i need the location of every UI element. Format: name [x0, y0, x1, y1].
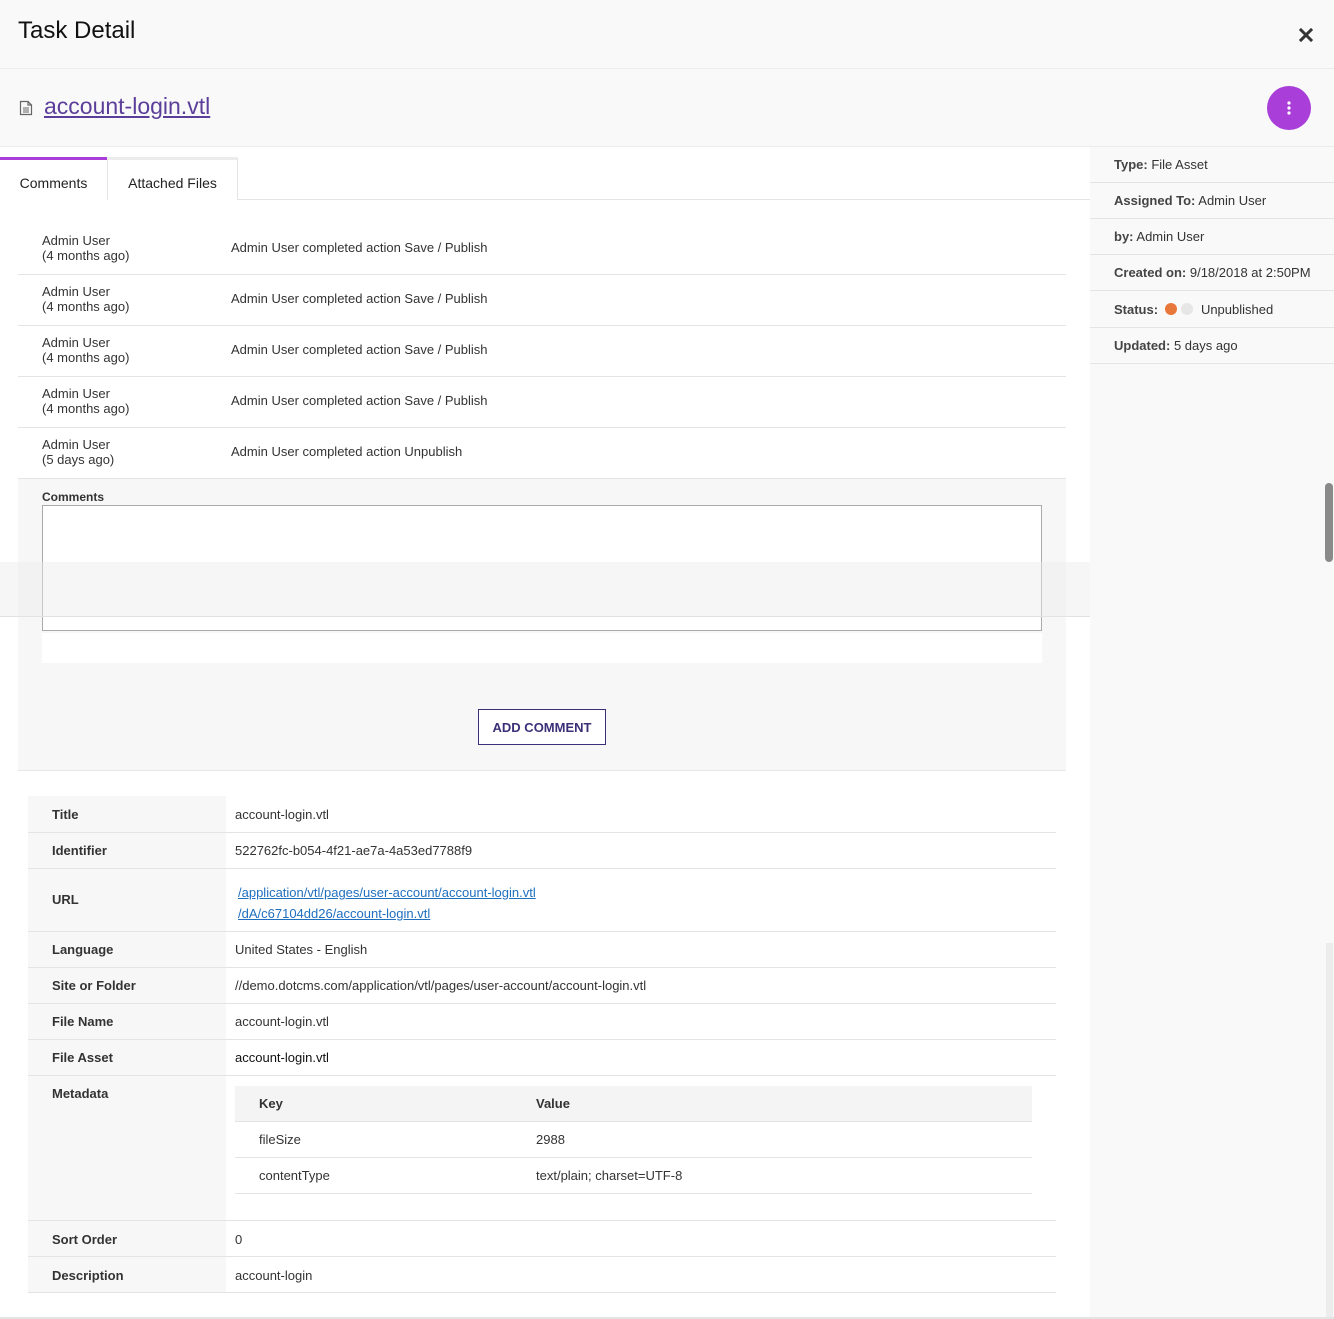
- property-row-identifier: Identifier 522762fc-b054-4f21-ae7a-4a53e…: [28, 833, 1056, 869]
- property-label: Site or Folder: [28, 968, 226, 1003]
- property-value: account-login.vtl: [235, 1050, 329, 1065]
- type-field: Type: File Asset: [1090, 147, 1334, 183]
- history-user: Admin User (4 months ago): [42, 335, 130, 365]
- comment-label: Comments: [42, 490, 105, 504]
- status-dot-working: [1181, 303, 1194, 315]
- property-value: account-login.vtl: [235, 1014, 329, 1029]
- comment-textarea[interactable]: [42, 505, 1042, 631]
- property-row-site: Site or Folder //demo.dotcms.com/applica…: [28, 968, 1056, 1004]
- property-row-title: Title account-login.vtl: [28, 796, 1056, 833]
- metadata-key: fileSize: [259, 1132, 301, 1147]
- more-vertical-icon: [1287, 101, 1291, 115]
- property-value: account-login.vtl: [235, 807, 329, 822]
- file-icon: [19, 100, 33, 116]
- scrollbar-thumb[interactable]: [1325, 483, 1333, 562]
- actions-menu-button[interactable]: [1267, 86, 1311, 130]
- tab-attached-files[interactable]: Attached Files: [107, 157, 238, 200]
- comment-form: Comments ADD COMMENT: [18, 479, 1066, 771]
- history-row: Admin User (4 months ago) Admin User comp…: [18, 275, 1066, 326]
- property-value: account-login: [235, 1268, 313, 1283]
- metadata-value: 2988: [536, 1132, 565, 1147]
- metadata-key-header: Key: [259, 1096, 283, 1111]
- history-action: Admin User completed action Unpublish: [231, 444, 463, 459]
- close-icon[interactable]: [1299, 28, 1315, 44]
- status-field: Status: Unpublished: [1090, 291, 1334, 328]
- history-row: Admin User (5 days ago) Admin User comple…: [18, 428, 1066, 479]
- property-row-description: Description account-login: [28, 1257, 1056, 1293]
- short-url-link[interactable]: /dA/c67104dd26/account-login.vtl: [238, 903, 536, 924]
- property-row-file-asset: File Asset account-login.vtl: [28, 1040, 1056, 1076]
- property-value: United States - English: [235, 942, 368, 957]
- by-field: by: Admin User: [1090, 219, 1334, 255]
- history-user: Admin User (4 months ago): [42, 284, 130, 314]
- comment-spacer: [42, 633, 1042, 663]
- tab-comments[interactable]: Comments: [0, 157, 107, 200]
- status-dot-live: [1164, 303, 1177, 315]
- task-info-sidebar: Type: File Asset Assigned To: Admin User…: [1090, 147, 1334, 1319]
- property-label: Identifier: [28, 833, 226, 868]
- scrollbar-track[interactable]: [1326, 943, 1333, 1319]
- content-title-link[interactable]: account-login.vtl: [44, 93, 210, 120]
- url-link[interactable]: /application/vtl/pages/user-account/acco…: [238, 882, 536, 903]
- assigned-field: Assigned To: Admin User: [1090, 183, 1334, 219]
- content-header: account-login.vtl: [0, 69, 1334, 147]
- property-label: Language: [28, 932, 226, 967]
- property-label: Description: [28, 1257, 226, 1292]
- metadata-row: fileSize 2988: [235, 1122, 1032, 1158]
- property-value: //demo.dotcms.com/application/vtl/pages/…: [235, 978, 647, 993]
- property-label: File Asset: [28, 1040, 226, 1075]
- history-user: Admin User (4 months ago): [42, 233, 130, 263]
- property-row-url: URL /application/vtl/pages/user-account/…: [28, 869, 1056, 932]
- created-field: Created on: 9/18/2018 at 2:50PM: [1090, 255, 1334, 291]
- property-row-sort-order: Sort Order 0: [28, 1221, 1056, 1257]
- updated-field: Updated: 5 days ago: [1090, 328, 1334, 364]
- property-value: 0: [235, 1232, 243, 1247]
- property-value: /application/vtl/pages/user-account/acco…: [238, 882, 536, 924]
- history-row: Admin User (4 months ago) Admin User comp…: [18, 326, 1066, 377]
- property-row-language: Language United States - English: [28, 932, 1056, 968]
- history-user: Admin User (4 months ago): [42, 386, 130, 416]
- metadata-value-header: Value: [536, 1096, 570, 1111]
- history-user: Admin User (5 days ago): [42, 437, 115, 467]
- property-value: 522762fc-b054-4f21-ae7a-4a53ed7788f9: [235, 843, 473, 858]
- add-comment-button[interactable]: ADD COMMENT: [478, 709, 606, 745]
- metadata-row: contentType text/plain; charset=UTF-8: [235, 1158, 1032, 1194]
- status-value: Unpublished: [1200, 302, 1274, 317]
- property-row-file-name: File Name account-login.vtl: [28, 1004, 1056, 1040]
- history-action: Admin User completed action Save / Publi…: [231, 291, 488, 306]
- history-row: Admin User (4 months ago) Admin User comp…: [18, 224, 1066, 275]
- page-title: Task Detail: [18, 17, 136, 44]
- metadata-key: contentType: [259, 1168, 330, 1183]
- property-label: Sort Order: [28, 1221, 226, 1256]
- property-label: URL: [28, 869, 226, 931]
- property-row-metadata: Metadata Key Value fileSize 2988 content…: [28, 1076, 1056, 1221]
- modal-header: Task Detail: [0, 0, 1334, 69]
- property-label: Title: [28, 796, 226, 832]
- metadata-value: text/plain; charset=UTF-8: [536, 1168, 683, 1183]
- history-action: Admin User completed action Save / Publi…: [231, 393, 488, 408]
- history-action: Admin User completed action Save / Publi…: [231, 240, 488, 255]
- property-label: Metadata: [28, 1076, 226, 1220]
- history-action: Admin User completed action Save / Publi…: [231, 342, 488, 357]
- tab-bar: Comments Attached Files: [0, 157, 1090, 200]
- property-label: File Name: [28, 1004, 226, 1039]
- history-row: Admin User (4 months ago) Admin User comp…: [18, 377, 1066, 428]
- metadata-header-row: Key Value: [235, 1086, 1032, 1122]
